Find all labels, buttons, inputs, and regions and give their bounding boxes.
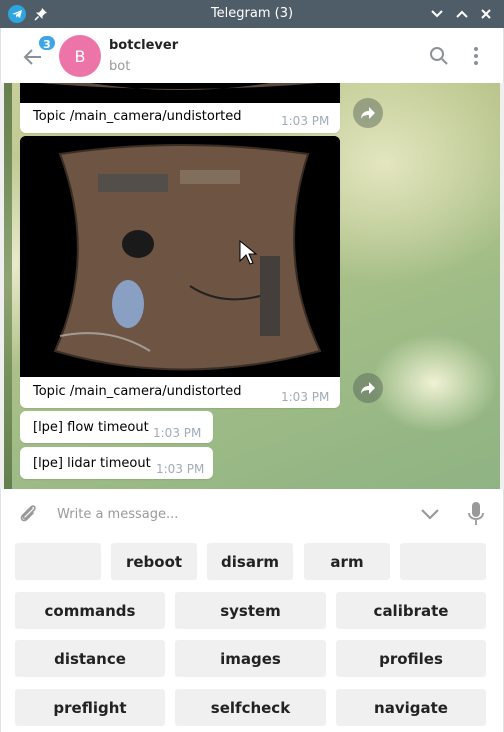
message-text: [lpe] lidar timeout (33, 456, 151, 471)
text-message[interactable]: [lpe] flow timeout 1:03 PM (20, 411, 213, 443)
chevron-down-icon[interactable] (419, 503, 441, 525)
selfcheck-button[interactable]: selfcheck (175, 689, 326, 726)
unread-badge: 3 (37, 34, 57, 52)
chat-title[interactable]: botclever (109, 38, 178, 53)
keyboard-button-blank-right[interactable] (400, 543, 486, 580)
message-time: 1:03 PM (153, 426, 202, 440)
search-icon[interactable] (427, 44, 451, 68)
keyboard-button-blank-left[interactable] (15, 543, 101, 580)
more-options-icon[interactable] (467, 44, 485, 68)
photo-message[interactable]: Topic /main_camera/undistorted 1:03 PM (20, 136, 340, 408)
forward-icon[interactable] (353, 373, 383, 403)
message-time: 1:03 PM (156, 462, 205, 476)
arm-button[interactable]: arm (304, 543, 390, 580)
system-button[interactable]: system (175, 592, 326, 629)
close-icon[interactable] (476, 4, 496, 24)
profiles-button[interactable]: profiles (336, 640, 486, 677)
message-time: 1:03 PM (281, 114, 330, 128)
message-list[interactable]: Topic /main_camera/undistorted 1:03 PM T… (4, 83, 500, 489)
maximize-icon[interactable] (452, 4, 472, 24)
bot-keyboard: reboot disarm arm commands system calibr… (0, 537, 504, 732)
photo-caption: Topic /main_camera/undistorted (33, 109, 242, 124)
avatar[interactable]: B (59, 35, 101, 77)
microphone-icon[interactable] (467, 501, 485, 527)
distance-button[interactable]: distance (15, 640, 165, 677)
text-message[interactable]: [lpe] lidar timeout 1:03 PM (20, 447, 213, 479)
images-button[interactable]: images (175, 640, 326, 677)
chat-status: bot (109, 59, 131, 74)
disarm-button[interactable]: disarm (207, 543, 293, 580)
message-input[interactable] (57, 504, 387, 524)
minimize-icon[interactable] (427, 4, 447, 24)
wallpaper-leaf (4, 83, 12, 489)
camera-image[interactable] (20, 83, 340, 103)
photo-caption: Topic /main_camera/undistorted (33, 384, 242, 399)
preflight-button[interactable]: preflight (15, 689, 165, 726)
window-titlebar: Telegram (3) (0, 0, 504, 28)
navigate-button[interactable]: navigate (336, 689, 486, 726)
forward-icon[interactable] (353, 98, 383, 128)
photo-message[interactable]: Topic /main_camera/undistorted 1:03 PM (20, 83, 340, 133)
message-text: [lpe] flow timeout (33, 420, 149, 435)
commands-button[interactable]: commands (15, 592, 165, 629)
message-time: 1:03 PM (281, 390, 330, 404)
chat-header: 3 B botclever bot (0, 28, 504, 83)
camera-image[interactable] (20, 136, 340, 377)
paperclip-icon[interactable] (16, 501, 40, 525)
reboot-button[interactable]: reboot (111, 543, 197, 580)
calibrate-button[interactable]: calibrate (336, 592, 486, 629)
composer-bar (0, 489, 504, 537)
